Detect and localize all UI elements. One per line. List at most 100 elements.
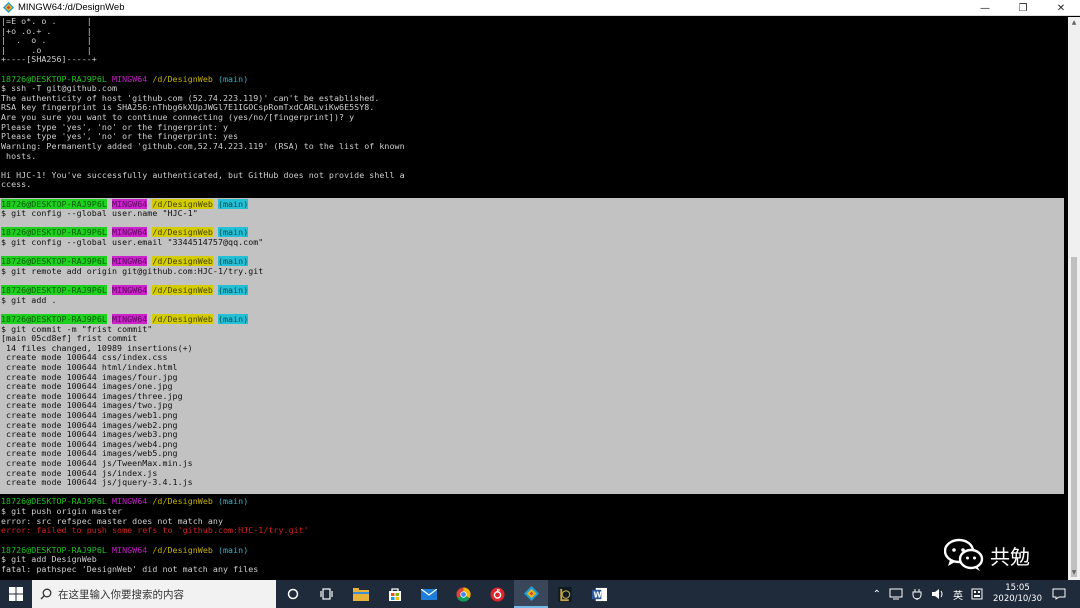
git-bash-icon: [523, 585, 539, 601]
volume-icon[interactable]: [931, 588, 945, 600]
taskbar-git-bash[interactable]: [514, 580, 548, 608]
prompt-host: MINGW64: [112, 256, 148, 267]
clock-time: 15:05: [1005, 583, 1030, 593]
watermark-text: 共勉: [990, 544, 1030, 569]
output-line: ccess.: [1, 179, 32, 190]
wechat-logo-icon: [944, 538, 984, 571]
terminal-scrollbar[interactable]: ▲ ▼: [1068, 17, 1080, 580]
wechat-watermark: 共勉: [944, 538, 1030, 572]
prompt-host: MINGW64: [112, 198, 148, 209]
task-view-icon: [320, 588, 333, 600]
prompt-path: /d/DesignWeb: [152, 313, 213, 324]
prompt-branch: (main): [217, 227, 249, 238]
taskbar-chrome[interactable]: [446, 580, 480, 608]
prompt-user: 18726@DESKTOP-RAJ9P6L: [1, 73, 107, 84]
prompt-branch: (main): [217, 544, 249, 555]
prompt-branch: (main): [217, 285, 249, 296]
word-icon: W: [591, 587, 607, 601]
power-plug-icon[interactable]: [911, 588, 923, 600]
ime-indicator[interactable]: 英: [953, 587, 963, 602]
prompt-user: 18726@DESKTOP-RAJ9P6L: [1, 198, 107, 209]
search-icon: [40, 588, 52, 600]
chrome-icon: [455, 586, 471, 602]
output-line: Hi HJC-1! You've successfully authentica…: [1, 169, 405, 180]
store-bag-icon: [389, 588, 401, 601]
keyboard-layout-icon[interactable]: [971, 588, 983, 600]
output-line: $ git remote add origin git@github.com:H…: [1, 265, 264, 276]
tray-chevron-up-icon[interactable]: ⌃: [873, 589, 881, 600]
start-button[interactable]: [0, 580, 32, 608]
terminal-output[interactable]: |=E o*. o . | |+o .o.+ . | | . o . | | .o |…: [0, 17, 1068, 580]
windows-taskbar: 在这里输入你要搜索的内容 W ⌃ 英 15:05 2020/10/30: [0, 580, 1080, 608]
action-center-icon[interactable]: [1052, 588, 1066, 600]
taskbar-clock[interactable]: 15:05 2020/10/30: [993, 583, 1042, 605]
prompt-line: 18726@DESKTOP-RAJ9P6L MINGW64 /d/DesignW…: [1, 285, 405, 296]
prompt-user: 18726@DESKTOP-RAJ9P6L: [1, 544, 107, 555]
taskbar-netease-music[interactable]: [480, 580, 514, 608]
network-icon[interactable]: [889, 588, 903, 600]
terminal-selected: 18726@DESKTOP-RAJ9P6L MINGW64 /d/DesignW…: [1, 198, 405, 498]
prompt-host: MINGW64: [112, 227, 148, 238]
output-line: $ git add .: [1, 294, 57, 305]
windows-logo-icon: [9, 587, 23, 601]
window-controls: — ❐ ✕: [966, 0, 1080, 16]
mingw-app-icon: [3, 2, 14, 13]
cortana-button[interactable]: [276, 580, 310, 608]
cortana-circle-icon: [287, 588, 299, 600]
scroll-down-icon[interactable]: ▼: [1068, 569, 1080, 579]
svg-text:W: W: [593, 590, 602, 599]
prompt-host: MINGW64: [112, 285, 148, 296]
prompt-host: MINGW64: [112, 496, 148, 507]
netease-music-icon: [489, 586, 505, 602]
taskbar-file-explorer[interactable]: [344, 580, 378, 608]
prompt-user: 18726@DESKTOP-RAJ9P6L: [1, 496, 107, 507]
output-line: $ git config --global user.name "HJC-1": [1, 208, 198, 219]
window-titlebar[interactable]: MINGW64:/d/DesignWeb — ❐ ✕: [0, 0, 1080, 16]
error-line: error: failed to push some refs to 'gith…: [1, 525, 309, 536]
prompt-branch: (main): [217, 73, 249, 84]
taskbar-search-box[interactable]: 在这里输入你要搜索的内容: [32, 580, 276, 608]
output-line: create mode 100644 js/jquery-3.4.1.js: [1, 477, 193, 488]
window-title: MINGW64:/d/DesignWeb: [18, 2, 125, 13]
output-line: Warning: Permanently added 'github.com,5…: [1, 140, 405, 151]
prompt-path: /d/DesignWeb: [152, 73, 213, 84]
output-line: $ git config --global user.email "334451…: [1, 237, 264, 248]
prompt-user: 18726@DESKTOP-RAJ9P6L: [1, 256, 107, 267]
clock-date: 2020/10/30: [993, 594, 1042, 604]
output-line: +----[SHA256]-----+: [1, 54, 97, 65]
prompt-user: 18726@DESKTOP-RAJ9P6L: [1, 227, 107, 238]
minimize-button[interactable]: —: [966, 0, 1004, 16]
scrollbar-thumb[interactable]: [1071, 257, 1077, 577]
prompt-user: 18726@DESKTOP-RAJ9P6L: [1, 313, 107, 324]
output-line: fatal: pathspec 'DesignWeb' did not matc…: [1, 563, 259, 574]
prompt-path: /d/DesignWeb: [152, 198, 213, 209]
prompt-user: 18726@DESKTOP-RAJ9P6L: [1, 285, 107, 296]
scroll-up-icon[interactable]: ▲: [1068, 19, 1080, 29]
prompt-path: /d/DesignWeb: [152, 544, 213, 555]
taskbar-word[interactable]: W: [582, 580, 616, 608]
close-button[interactable]: ✕: [1042, 0, 1080, 16]
taskbar-mail[interactable]: [412, 580, 446, 608]
mail-icon: [421, 588, 437, 600]
terminal-bottom: 18726@DESKTOP-RAJ9P6L MINGW64 /d/DesignW…: [1, 497, 405, 574]
maximize-button[interactable]: ❐: [1004, 0, 1042, 16]
terminal-lines: |=E o*. o . | |+o .o.+ . | | . o . | | .o |…: [1, 17, 405, 574]
taskbar-league-of-legends[interactable]: [548, 580, 582, 608]
output-line: hosts.: [1, 150, 37, 161]
prompt-path: /d/DesignWeb: [152, 256, 213, 267]
taskbar-store[interactable]: [378, 580, 412, 608]
search-placeholder: 在这里输入你要搜索的内容: [58, 588, 184, 601]
task-view-button[interactable]: [310, 580, 344, 608]
prompt-branch: (main): [217, 496, 249, 507]
prompt-path: /d/DesignWeb: [152, 496, 213, 507]
terminal-top: |=E o*. o . | |+o .o.+ . | | . o . | | .o |…: [1, 17, 405, 200]
prompt-host: MINGW64: [112, 544, 148, 555]
league-of-legends-icon: [558, 586, 572, 602]
folder-icon: [353, 587, 369, 601]
prompt-branch: (main): [217, 256, 249, 267]
system-tray: ⌃ 英 15:05 2020/10/30: [869, 580, 1080, 608]
prompt-host: MINGW64: [112, 313, 148, 324]
prompt-path: /d/DesignWeb: [152, 227, 213, 238]
prompt-branch: (main): [217, 313, 249, 324]
prompt-host: MINGW64: [112, 73, 148, 84]
